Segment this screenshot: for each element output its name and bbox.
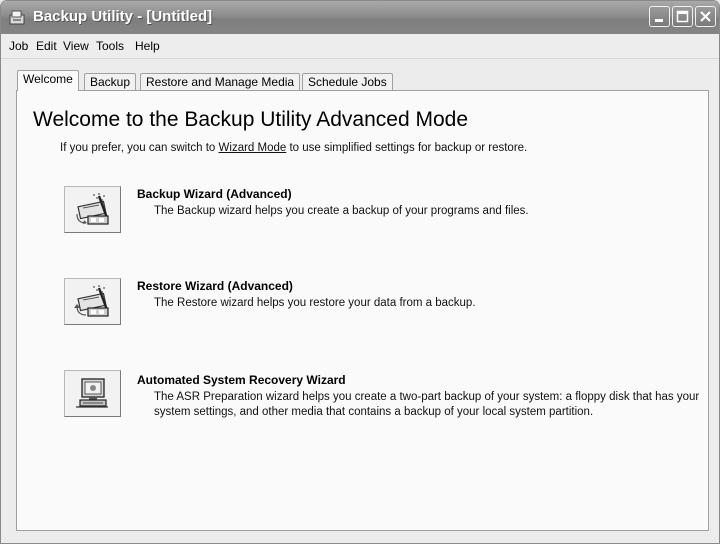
tab-schedule-jobs[interactable]: Schedule Jobs bbox=[302, 73, 393, 90]
asr-wizard-description: The ASR Preparation wizard helps you cre… bbox=[154, 391, 700, 418]
backup-wizard-button[interactable] bbox=[64, 186, 121, 233]
restore-wizard-description: The Restore wizard helps you restore you… bbox=[154, 297, 476, 309]
wizard-mode-link[interactable]: Wizard Mode bbox=[219, 142, 287, 154]
intro-text: If you prefer, you can switch to Wizard … bbox=[60, 142, 527, 154]
window-title: Backup Utility - [Untitled] bbox=[33, 8, 213, 25]
menu-edit[interactable]: Edit bbox=[36, 39, 57, 53]
maximize-icon bbox=[676, 10, 689, 23]
tab-restore-and-manage-media[interactable]: Restore and Manage Media bbox=[140, 73, 301, 90]
menu-bar: Job Edit View Tools Help bbox=[1, 34, 719, 59]
minimize-button[interactable] bbox=[649, 6, 670, 27]
maximize-button[interactable] bbox=[672, 6, 693, 27]
minimize-icon bbox=[655, 19, 663, 22]
intro-text-after: to use simplified settings for backup or… bbox=[286, 142, 528, 154]
close-icon bbox=[700, 11, 711, 22]
close-button[interactable] bbox=[695, 6, 716, 27]
restore-wizard-icon bbox=[74, 285, 109, 317]
backup-app-icon bbox=[9, 8, 27, 26]
backup-wizard-description: The Backup wizard helps you create a bac… bbox=[154, 205, 529, 217]
menu-view[interactable]: View bbox=[63, 39, 89, 53]
backup-wizard-title[interactable]: Backup Wizard (Advanced) bbox=[137, 187, 292, 201]
asr-wizard-icon bbox=[76, 378, 108, 408]
restore-wizard-button[interactable] bbox=[64, 278, 121, 325]
intro-text-before: If you prefer, you can switch to bbox=[60, 142, 219, 154]
asr-wizard-button[interactable] bbox=[64, 370, 121, 417]
menu-tools[interactable]: Tools bbox=[96, 39, 124, 53]
tab-backup[interactable]: Backup bbox=[84, 73, 137, 90]
backup-wizard-icon bbox=[76, 193, 109, 225]
restore-wizard-title[interactable]: Restore Wizard (Advanced) bbox=[137, 279, 293, 293]
asr-wizard-title[interactable]: Automated System Recovery Wizard bbox=[137, 373, 346, 387]
backup-utility-window: Backup Utility - [Untitled] Job Edit Vie… bbox=[0, 0, 720, 544]
tab-welcome[interactable]: Welcome bbox=[17, 70, 79, 91]
tab-strip: Welcome Backup Restore and Manage Media … bbox=[1, 65, 719, 91]
menu-job[interactable]: Job bbox=[9, 39, 28, 53]
page-title: Welcome to the Backup Utility Advanced M… bbox=[33, 108, 469, 131]
welcome-panel: Welcome to the Backup Utility Advanced M… bbox=[16, 90, 709, 531]
title-bar[interactable]: Backup Utility - [Untitled] bbox=[1, 1, 719, 34]
menu-help[interactable]: Help bbox=[135, 39, 160, 53]
